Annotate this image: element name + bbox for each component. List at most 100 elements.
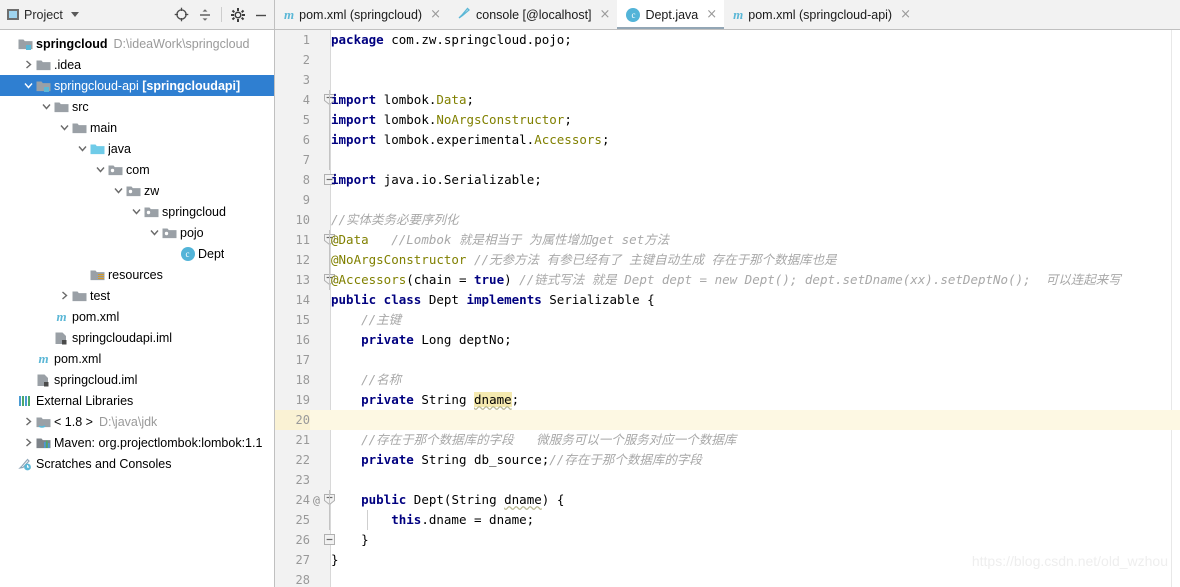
code-line-6[interactable]: 6 import lombok.experimental.Accessors;	[275, 130, 1180, 150]
code-line-9[interactable]: 9	[275, 190, 1180, 210]
tree-node-test[interactable]: test	[0, 285, 274, 306]
code-line-15[interactable]: 15 //主键	[275, 310, 1180, 330]
project-panel-title: Project	[24, 7, 63, 22]
line-number: 1	[302, 33, 310, 47]
code-token: public class	[331, 292, 429, 307]
locate-target-icon[interactable]	[174, 7, 189, 22]
tree-node-1-8[interactable]: < 1.8 > D:\java\jdk	[0, 411, 274, 432]
chevron-right-icon[interactable]	[22, 438, 35, 447]
chevron-down-icon[interactable]	[94, 165, 107, 174]
code-token: ;	[564, 112, 572, 127]
code-token: dname	[504, 492, 542, 507]
tree-node-dept[interactable]: c Dept	[0, 243, 274, 264]
close-icon[interactable]: ×	[706, 8, 717, 21]
code-token: package	[331, 32, 392, 47]
close-icon[interactable]: ×	[900, 8, 911, 21]
tree-node-maven-org-projectlombok-lombok-1-1[interactable]: Maven: org.projectlombok:lombok:1.1	[0, 432, 274, 453]
fold-region-line	[329, 270, 330, 290]
tree-node-pom-xml[interactable]: m pom.xml	[0, 306, 274, 327]
module-icon	[17, 37, 34, 51]
code-line-18[interactable]: 18 //名称	[275, 370, 1180, 390]
code-line-20[interactable]: 20	[275, 410, 1180, 430]
code-line-21[interactable]: 21 //存在于那个数据库的字段 微服务可以一个服务对应一个数据库	[275, 430, 1180, 450]
fold-region-line	[329, 110, 330, 130]
code-token: (chain =	[406, 272, 474, 287]
tree-node-zw[interactable]: zw	[0, 180, 274, 201]
tree-node-springcloud[interactable]: springcloud D:\ideaWork\springcloud	[0, 33, 274, 54]
close-icon[interactable]: ×	[600, 8, 611, 21]
code-token: private	[361, 452, 422, 467]
gear-icon[interactable]	[231, 7, 245, 22]
folder-icon	[35, 58, 52, 72]
tree-node-resources[interactable]: resources	[0, 264, 274, 285]
editor-tab-4[interactable]: m pom.xml (springcloud-api) ×	[724, 0, 918, 29]
code-line-4[interactable]: 4 import lombok.Data;	[275, 90, 1180, 110]
code-line-27[interactable]: 27}	[275, 550, 1180, 570]
code-line-25[interactable]: 25 this.dname = dname;	[275, 510, 1180, 530]
tree-node-springcloud[interactable]: springcloud	[0, 201, 274, 222]
code-line-13[interactable]: 13 @Accessors(chain = true) //链式写法 就是 Dep…	[275, 270, 1180, 290]
chevron-down-icon[interactable]	[130, 207, 143, 216]
code-line-12[interactable]: 12 @NoArgsConstructor //无参方法 有参已经有了 主键自动生…	[275, 250, 1180, 270]
tree-node-external-libraries[interactable]: External Libraries	[0, 390, 274, 411]
code-line-3[interactable]: 3	[275, 70, 1180, 90]
tree-node-pom-xml[interactable]: m pom.xml	[0, 348, 274, 369]
code-line-19[interactable]: 19 private String dname;	[275, 390, 1180, 410]
editor-tab-2[interactable]: console [@localhost] ×	[448, 0, 617, 29]
chevron-down-icon[interactable]	[40, 102, 53, 111]
tree-node-label: pom.xml	[54, 351, 102, 366]
line-number: 14	[295, 293, 310, 307]
collapse-all-icon[interactable]	[198, 8, 212, 22]
code-line-28[interactable]: 28	[275, 570, 1180, 587]
chevron-down-icon[interactable]	[70, 12, 79, 17]
code-line-16[interactable]: 16 private Long deptNo;	[275, 330, 1180, 350]
chevron-right-icon[interactable]	[22, 60, 35, 69]
code-line-26[interactable]: 26 }	[275, 530, 1180, 550]
annotation-gutter-icon[interactable]: @	[313, 490, 320, 510]
code-line-10[interactable]: 10 //实体类务必要序列化	[275, 210, 1180, 230]
line-number: 2	[302, 53, 310, 67]
chevron-right-icon[interactable]	[22, 417, 35, 426]
chevron-down-icon[interactable]	[22, 81, 35, 90]
code-line-11[interactable]: 11 @Data //Lombok 就是相当于 为属性增加get set方法	[275, 230, 1180, 250]
line-number: 26	[295, 533, 310, 547]
tree-node-main[interactable]: main	[0, 117, 274, 138]
tree-node-label: zw	[144, 183, 160, 198]
close-icon[interactable]: ×	[430, 8, 441, 21]
code-line-14[interactable]: 14 public class Dept implements Serializa…	[275, 290, 1180, 310]
chevron-right-icon[interactable]	[58, 291, 71, 300]
code-text: //主键	[331, 310, 401, 330]
code-editor[interactable]: 1 package com.zw.springcloud.pojo; 2 3 4 impo…	[275, 30, 1180, 587]
code-line-8[interactable]: 8 import java.io.Serializable;	[275, 170, 1180, 190]
code-line-22[interactable]: 22 private String db_source;//存在于那个数据库的字…	[275, 450, 1180, 470]
editor-tab-1[interactable]: m pom.xml (springcloud) ×	[275, 0, 448, 29]
code-token: ;	[601, 132, 610, 147]
chevron-down-icon[interactable]	[58, 123, 71, 132]
code-line-5[interactable]: 5 import lombok.NoArgsConstructor;	[275, 110, 1180, 130]
chevron-down-icon[interactable]	[76, 144, 89, 153]
code-line-24[interactable]: 24 @ public Dept(String dname) {	[275, 490, 1180, 510]
tree-node-springcloudapi-iml[interactable]: springcloudapi.iml	[0, 327, 274, 348]
chevron-down-icon[interactable]	[148, 228, 161, 237]
editor-tab-3[interactable]: c Dept.java ×	[617, 0, 725, 29]
code-line-17[interactable]: 17	[275, 350, 1180, 370]
project-tree[interactable]: springcloud D:\ideaWork\springcloud .idea s…	[0, 30, 275, 587]
code-text: import lombok.experimental.Accessors;	[331, 130, 609, 150]
tree-node-java[interactable]: java	[0, 138, 274, 159]
code-line-7[interactable]: 7	[275, 150, 1180, 170]
minimize-icon[interactable]	[254, 8, 268, 22]
code-line-2[interactable]: 2	[275, 50, 1180, 70]
tree-node-src[interactable]: src	[0, 96, 274, 117]
code-text: @NoArgsConstructor //无参方法 有参已经有了 主键自动生成 …	[331, 250, 837, 270]
chevron-down-icon[interactable]	[112, 186, 125, 195]
tree-node-springcloud-api[interactable]: springcloud-api [springcloudapi]	[0, 75, 274, 96]
tree-node-pojo[interactable]: pojo	[0, 222, 274, 243]
project-panel-title-group[interactable]: Project	[7, 8, 79, 22]
tree-node-com[interactable]: com	[0, 159, 274, 180]
tree-node-scratches-and-consoles[interactable]: Scratches and Consoles	[0, 453, 274, 474]
code-lines[interactable]: 1 package com.zw.springcloud.pojo; 2 3 4 impo…	[275, 30, 1180, 587]
tree-node-idea[interactable]: .idea	[0, 54, 274, 75]
tree-node-springcloud-iml[interactable]: springcloud.iml	[0, 369, 274, 390]
code-line-1[interactable]: 1 package com.zw.springcloud.pojo;	[275, 30, 1180, 50]
code-line-23[interactable]: 23	[275, 470, 1180, 490]
